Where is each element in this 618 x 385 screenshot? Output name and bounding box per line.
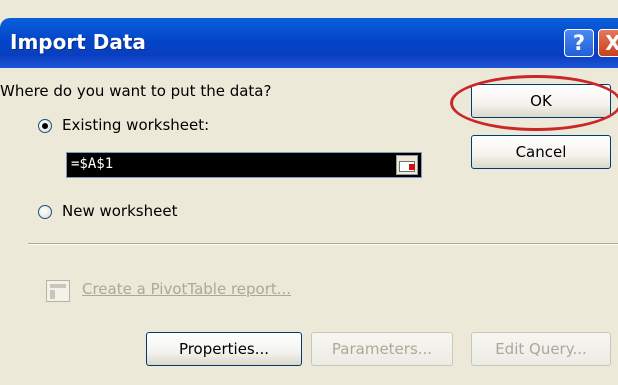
import-data-dialog: Import Data ? X Where do you want to put… [0,0,618,385]
ok-button[interactable]: OK [471,84,611,118]
pivottable-icon [46,280,70,302]
separator [28,243,618,245]
cancel-button[interactable]: Cancel [471,135,611,169]
prompt-label: Where do you want to put the data? [0,82,272,100]
collapse-dialog-icon[interactable] [396,155,418,175]
help-icon[interactable]: ? [564,29,594,57]
address-input[interactable]: =$A$1 [66,152,422,178]
address-value: =$A$1 [71,156,114,172]
new-worksheet-label[interactable]: New worksheet [62,202,177,220]
properties-button[interactable]: Properties... [146,332,302,366]
title-bar[interactable]: Import Data ? X [0,18,618,68]
create-pivottable-link: Create a PivotTable report... [82,280,292,298]
close-icon[interactable]: X [598,29,618,57]
existing-worksheet-radio[interactable] [38,119,52,133]
edit-query-button: Edit Query... [471,332,611,366]
existing-worksheet-label[interactable]: Existing worksheet: [62,116,209,134]
new-worksheet-radio[interactable] [38,205,52,219]
window-title: Import Data [10,30,146,54]
parameters-button: Parameters... [311,332,453,366]
